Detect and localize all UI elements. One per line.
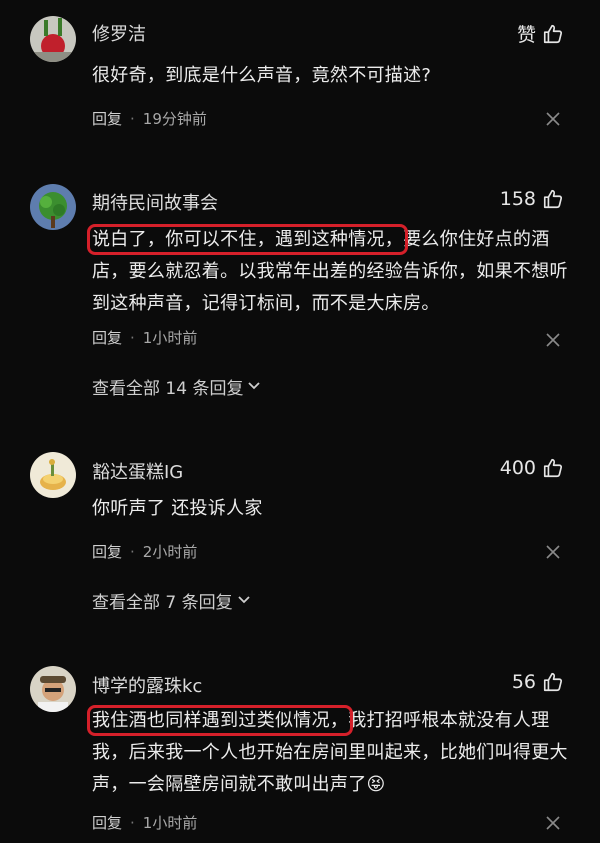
avatar[interactable]: [30, 666, 76, 712]
comment-text-content: 很好奇，到底是什么声音，竟然不可描述?: [92, 65, 432, 86]
timestamp: 19分钟前: [142, 110, 207, 128]
like-button[interactable]: 56: [512, 671, 564, 693]
like-button[interactable]: 400: [500, 457, 564, 479]
avatar[interactable]: [30, 16, 76, 62]
chevron-down-icon: [247, 377, 261, 397]
highlighted-text: 说白了，你可以不住，遇到这种情况，: [86, 224, 409, 255]
chevron-down-icon: [237, 591, 251, 611]
view-all-replies-button[interactable]: 查看全部 7 条回复: [92, 588, 251, 613]
username[interactable]: 期待民间故事会: [92, 189, 218, 215]
thumbs-up-icon: [542, 23, 564, 45]
laughing-emoji: 😝: [366, 774, 386, 795]
comment-text-content: 你听声了 还投诉人家: [92, 498, 263, 519]
comment-meta: 回复 · 2小时前: [92, 541, 197, 562]
avatar[interactable]: [30, 184, 76, 230]
like-button[interactable]: 赞: [517, 20, 564, 47]
comment-text: 很好奇，到底是什么声音，竟然不可描述?: [92, 60, 572, 92]
close-icon[interactable]: [546, 333, 560, 347]
thumbs-up-icon: [542, 671, 564, 693]
separator-dot: ·: [130, 328, 135, 347]
timestamp: 1小时前: [142, 814, 198, 832]
separator-dot: ·: [130, 109, 135, 128]
reply-button[interactable]: 回复: [92, 108, 122, 129]
avatar[interactable]: [30, 452, 76, 498]
like-count: 56: [511, 671, 536, 693]
like-button[interactable]: 158: [500, 188, 564, 210]
comment-text: 我住酒也同样遇到过类似情况，我打招呼根本就没有人理我，后来我一个人也开始在房间里…: [86, 705, 572, 801]
close-icon[interactable]: [546, 112, 560, 126]
comment-text: 你听声了 还投诉人家: [92, 493, 572, 525]
like-label: 赞: [516, 24, 536, 46]
username[interactable]: 豁达蛋糕IG: [92, 458, 183, 484]
reply-button[interactable]: 回复: [92, 541, 122, 562]
thumbs-up-icon: [542, 188, 564, 210]
username[interactable]: 博学的露珠kc: [92, 672, 202, 698]
timestamp: 2小时前: [142, 543, 198, 561]
like-count: 400: [499, 457, 536, 479]
reply-button[interactable]: 回复: [92, 327, 122, 348]
view-all-label: 查看全部 7 条回复: [92, 593, 233, 613]
highlighted-text: 我住酒也同样遇到过类似情况，: [86, 705, 354, 736]
comment-meta: 回复 · 1小时前: [92, 812, 197, 833]
timestamp: 1小时前: [142, 329, 198, 347]
reply-button[interactable]: 回复: [92, 812, 122, 833]
like-count: 158: [499, 188, 536, 210]
close-icon[interactable]: [546, 545, 560, 559]
close-icon[interactable]: [546, 816, 560, 830]
view-all-label: 查看全部 14 条回复: [92, 379, 244, 399]
separator-dot: ·: [130, 813, 135, 832]
comment-text: 说白了，你可以不住，遇到这种情况，要么你住好点的酒店，要么就忍着。以我常年出差的…: [86, 224, 572, 320]
comment-meta: 回复 · 1小时前: [92, 327, 197, 348]
thumbs-up-icon: [542, 457, 564, 479]
comment-meta: 回复 · 19分钟前: [92, 108, 207, 129]
username[interactable]: 修罗洁: [92, 20, 146, 46]
separator-dot: ·: [130, 542, 135, 561]
view-all-replies-button[interactable]: 查看全部 14 条回复: [92, 374, 261, 399]
